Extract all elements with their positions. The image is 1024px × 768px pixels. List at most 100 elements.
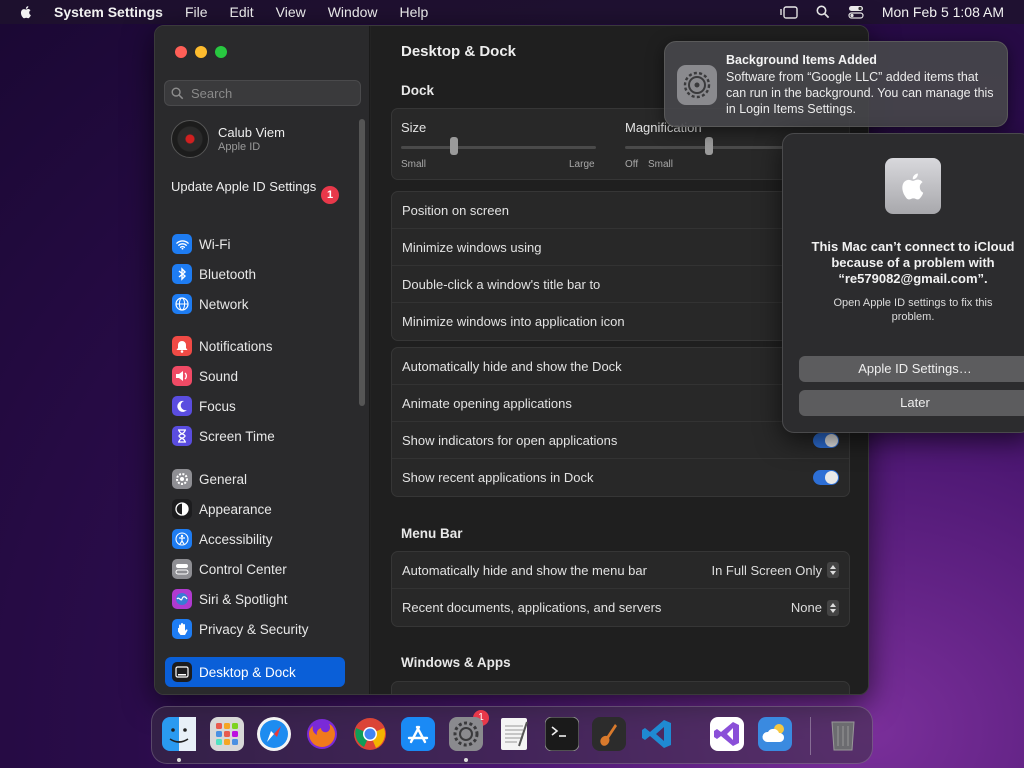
chrome-icon[interactable] xyxy=(350,714,390,754)
setting-row-position-on-screen: Position on screenB xyxy=(392,192,849,229)
size-slider-knob[interactable] xyxy=(449,137,458,155)
search-input[interactable] xyxy=(191,85,351,101)
hourglass-icon xyxy=(172,426,192,446)
spotlight-search-icon[interactable] xyxy=(816,5,830,19)
menubar-clock[interactable]: Mon Feb 5 1:08 AM xyxy=(882,4,1004,20)
minimize-window-button[interactable] xyxy=(195,46,207,58)
app-name-menu[interactable]: System Settings xyxy=(54,4,163,20)
sidebar-item-label: Desktop & Dock xyxy=(199,664,296,680)
sidebar-item-general[interactable]: General xyxy=(165,464,345,494)
alert-heading: This Mac can’t connect to iCloud because… xyxy=(811,239,1015,286)
icloud-alert-dialog: This Mac can’t connect to iCloud because… xyxy=(782,133,1024,433)
weather-icon[interactable] xyxy=(755,714,795,754)
textedit-icon[interactable] xyxy=(494,714,534,754)
trash-icon[interactable] xyxy=(823,714,863,754)
settings-gear-icon xyxy=(677,65,717,105)
sidebar-item-bluetooth[interactable]: Bluetooth xyxy=(165,259,345,289)
sidebar-item-desktop-dock[interactable]: Desktop & Dock xyxy=(165,657,345,687)
sidebar-item-privacy-security[interactable]: Privacy & Security xyxy=(165,614,345,644)
sidebar-item-label: Accessibility xyxy=(199,531,273,547)
sidebar-group-desktop: Desktop & Dock xyxy=(165,657,345,687)
size-max-label: Large xyxy=(569,159,595,170)
menu-edit[interactable]: Edit xyxy=(230,4,254,20)
menu-help[interactable]: Help xyxy=(400,4,429,20)
apple-id-profile[interactable]: Calub Viem Apple ID xyxy=(171,120,285,158)
notification-body: Software from “Google LLC” added items t… xyxy=(726,70,994,116)
sidebar-item-screen-time[interactable]: Screen Time xyxy=(165,421,345,451)
menu-file[interactable]: File xyxy=(185,4,208,20)
setting-label: Minimize windows into application icon xyxy=(402,314,625,329)
apple-id-settings-button[interactable]: Apple ID Settings… xyxy=(799,356,1024,382)
search-icon xyxy=(171,87,184,99)
menu-bar-section-heading: Menu Bar xyxy=(401,526,463,541)
sidebar-item-control-center[interactable]: Control Center xyxy=(165,554,345,584)
sidebar-item-label: Screen Time xyxy=(199,428,275,444)
sidebar-item-label: Focus xyxy=(199,398,236,414)
sidebar-item-label: Sound xyxy=(199,368,239,384)
setting-label: Show recent applications in Dock xyxy=(402,470,594,485)
vscode-icon[interactable] xyxy=(637,714,677,754)
profile-subtitle: Apple ID xyxy=(218,141,261,153)
sidebar-item-label: Privacy & Security xyxy=(199,621,309,637)
system-settings-icon[interactable] xyxy=(446,714,486,754)
setting-row-automatically-hide-and-show-the-dock: Automatically hide and show the Dock xyxy=(392,348,849,385)
menu-bar: System Settings File Edit View Window He… xyxy=(0,0,1024,24)
terminal-icon[interactable] xyxy=(542,714,582,754)
size-slider-track[interactable] xyxy=(401,146,596,149)
setting-label: Double-click a window's title bar to xyxy=(402,276,601,292)
accessibility-icon xyxy=(172,529,192,549)
dock-separator xyxy=(810,717,811,755)
control-center-icon[interactable] xyxy=(848,5,864,19)
sidebar-item-label: General xyxy=(199,471,248,487)
popup-stepper-icon xyxy=(827,599,839,616)
popup-value: In Full Screen Only xyxy=(711,562,822,578)
sidebar-item-label: Notifications xyxy=(199,338,273,354)
siri-icon xyxy=(172,589,192,609)
update-apple-id-settings[interactable]: Update Apple ID Settings xyxy=(171,179,341,195)
setting-row-show-indicators-for-open-applications: Show indicators for open applications xyxy=(392,422,849,459)
app-store-icon[interactable] xyxy=(398,714,438,754)
visual-studio-icon[interactable] xyxy=(707,714,747,754)
windows-apps-section-heading: Windows & Apps xyxy=(401,655,511,670)
sidebar-item-sound[interactable]: Sound xyxy=(165,361,345,391)
popup-button[interactable]: None xyxy=(791,599,839,616)
magnification-off-label: Off xyxy=(625,159,639,170)
toggle-switch[interactable] xyxy=(813,432,839,448)
toggle-switch[interactable] xyxy=(813,470,839,485)
apple-menu-icon[interactable] xyxy=(18,4,34,20)
safari-icon[interactable] xyxy=(254,714,294,754)
popup-button[interactable]: In Full Screen Only xyxy=(711,562,839,578)
later-button[interactable]: Later xyxy=(799,390,1024,416)
menu-window[interactable]: Window xyxy=(328,4,378,20)
launchpad-icon[interactable] xyxy=(207,714,247,754)
size-label: Size xyxy=(401,120,427,135)
sidebar: Calub Viem Apple ID Update Apple ID Sett… xyxy=(155,26,370,694)
search-field[interactable] xyxy=(164,80,361,106)
stage-manager-icon[interactable] xyxy=(780,5,798,19)
firefox-icon[interactable] xyxy=(302,714,342,754)
setting-label: Position on screen xyxy=(402,202,509,218)
setting-row-show-recent-applications-in-dock: Show recent applications in Dock xyxy=(392,459,849,496)
sidebar-item-siri-spotlight[interactable]: Siri & Spotlight xyxy=(165,584,345,614)
globe-icon xyxy=(172,294,192,314)
setting-row-minimize-windows-into-application-icon: Minimize windows into application icon xyxy=(392,303,849,340)
close-window-button[interactable] xyxy=(175,46,187,58)
background-items-notification[interactable]: Background Items Added Software from “Go… xyxy=(664,41,1008,127)
menu-view[interactable]: View xyxy=(276,4,306,20)
setting-row-minimize-windows-using: Minimize windows usingScale xyxy=(392,229,849,266)
appearance-icon xyxy=(172,499,192,519)
magnification-slider-knob[interactable] xyxy=(705,137,713,155)
sidebar-item-appearance[interactable]: Appearance xyxy=(165,494,345,524)
sidebar-item-focus[interactable]: Focus xyxy=(165,391,345,421)
zoom-window-button[interactable] xyxy=(215,46,227,58)
finder-icon[interactable] xyxy=(159,714,199,754)
sidebar-item-wi-fi[interactable]: Wi-Fi xyxy=(165,229,345,259)
sidebar-item-accessibility[interactable]: Accessibility xyxy=(165,524,345,554)
garageband-icon[interactable] xyxy=(589,714,629,754)
moon-icon xyxy=(172,396,192,416)
sidebar-scrollbar[interactable] xyxy=(359,119,365,406)
windows-apps-group xyxy=(391,681,850,694)
window-controls xyxy=(175,46,227,58)
sidebar-item-notifications[interactable]: Notifications xyxy=(165,331,345,361)
sidebar-item-network[interactable]: Network xyxy=(165,289,345,319)
